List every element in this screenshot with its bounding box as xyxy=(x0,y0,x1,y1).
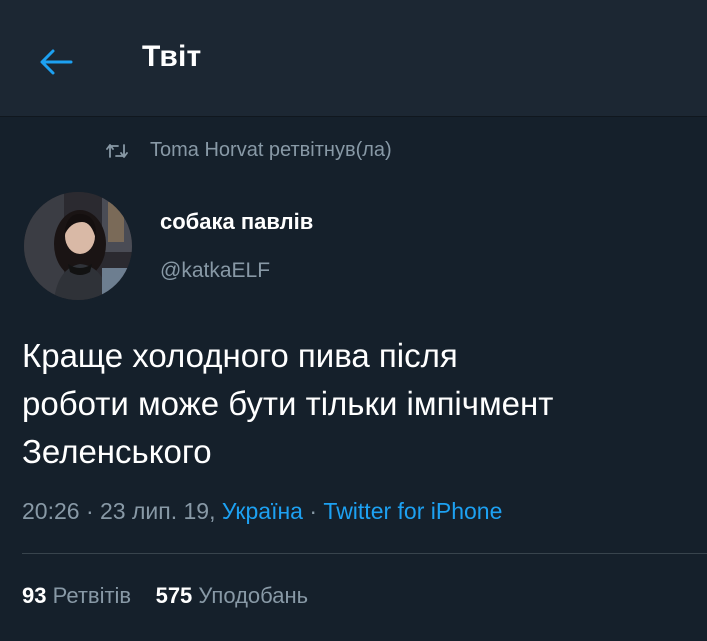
retweet-icon xyxy=(106,143,128,159)
top-bar: Твіт xyxy=(0,0,707,117)
retweets-stat[interactable]: 93 Ретвітів xyxy=(22,583,131,608)
tweet-location-link[interactable]: Україна xyxy=(222,498,303,524)
tweet-stats: 93 Ретвітів 575 Уподобань xyxy=(22,583,308,609)
tweet-detail-screen: Твіт Toma Horvat ретвітнув(ла) собака па… xyxy=(0,0,707,641)
avatar[interactable] xyxy=(24,192,132,300)
tweet-source-link[interactable]: Twitter for iPhone xyxy=(323,498,502,524)
likes-stat[interactable]: 575 Уподобань xyxy=(156,583,309,608)
arrow-left-icon xyxy=(40,49,73,75)
author-display-name[interactable]: собака павлів xyxy=(160,209,313,235)
tweet-meta: 20:26 · 23 лип. 19, Україна · Twitter fo… xyxy=(22,498,502,525)
page-title: Твіт xyxy=(142,40,202,73)
retweeted-by[interactable]: Toma Horvat ретвітнув(ла) xyxy=(106,139,392,162)
tweet-text: Краще холодного пива після роботи може б… xyxy=(22,337,554,470)
tweet-date[interactable]: 23 лип. 19, xyxy=(100,498,215,524)
retweets-label: Ретвітів xyxy=(52,583,132,608)
author-handle[interactable]: @katkaELF xyxy=(160,259,270,283)
retweeted-by-text: Toma Horvat ретвітнув(ла) xyxy=(150,139,392,161)
tweet-time[interactable]: 20:26 xyxy=(22,498,80,524)
meta-separator: · xyxy=(302,498,324,524)
back-button[interactable] xyxy=(34,40,78,84)
meta-separator: · xyxy=(79,498,101,524)
retweets-count: 93 xyxy=(22,583,47,608)
likes-count: 575 xyxy=(155,583,193,608)
likes-label: Уподобань xyxy=(198,583,309,608)
divider xyxy=(22,553,707,554)
